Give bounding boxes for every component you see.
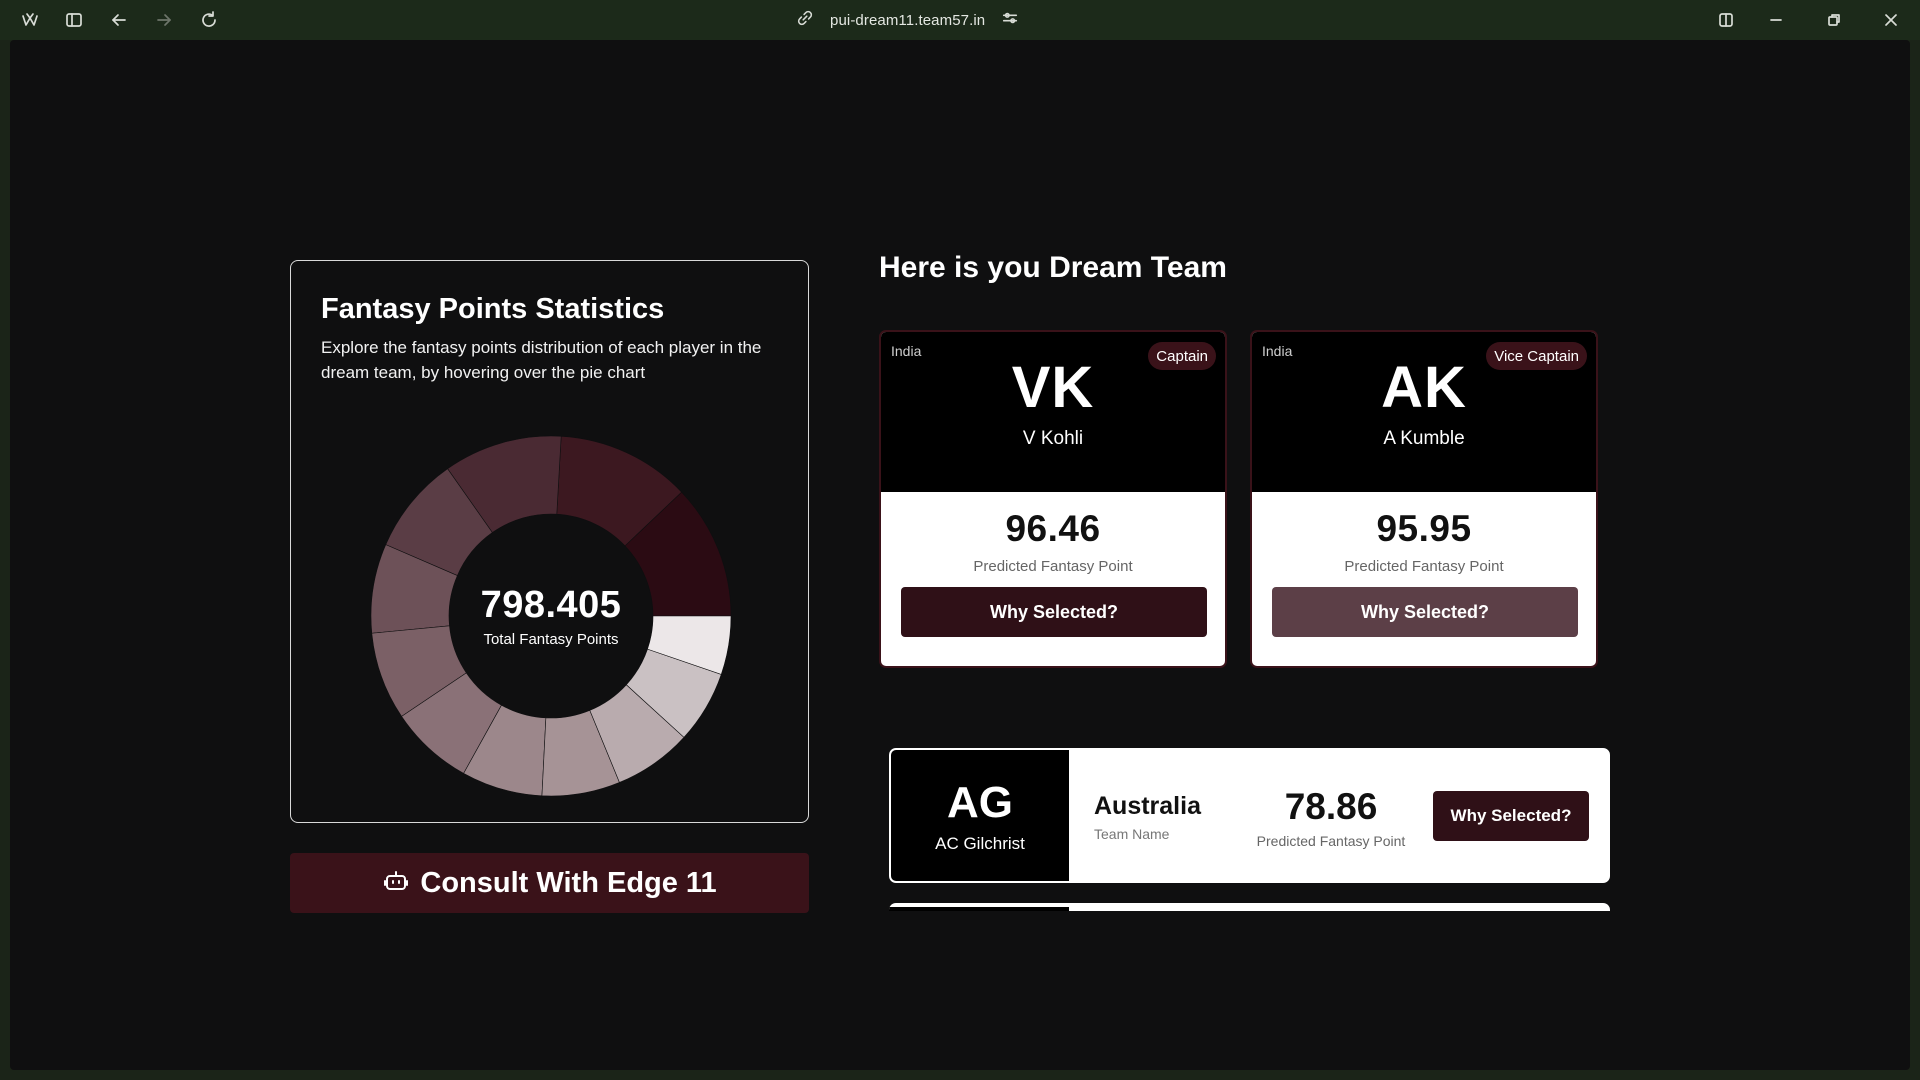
back-arrow-icon[interactable] [105, 6, 133, 34]
player-initials: AG [947, 778, 1013, 827]
scroll-clip [879, 911, 1619, 941]
captain-card-header: India Captain VK V Kohli [881, 332, 1225, 492]
total-points-label: Total Fantasy Points [483, 631, 619, 648]
stats-description: Explore the fantasy points distribution … [321, 338, 762, 382]
player-card: AG AC Gilchrist Australia Team Name 78.8… [889, 748, 1610, 883]
consult-button-label: Consult With Edge 11 [420, 866, 717, 899]
player-initials: VK [1011, 355, 1095, 420]
restore-icon[interactable] [1820, 6, 1848, 34]
why-selected-button[interactable]: Why Selected? [901, 587, 1207, 637]
predicted-points-value: 78.86 [1284, 786, 1378, 827]
donut-center: 798.405 Total Fantasy Points [366, 431, 736, 801]
predicted-points-label: Predicted Fantasy Point [973, 558, 1133, 575]
why-selected-button[interactable]: Why Selected? [1272, 587, 1578, 637]
sidebar-toggle-icon[interactable] [60, 6, 88, 34]
stats-title: Fantasy Points Statistics [321, 293, 665, 325]
browser-titlebar: pui-dream11.team57.in [0, 0, 1920, 40]
player-name: A Kumble [1383, 428, 1465, 449]
browser-logo-icon[interactable] [16, 6, 44, 34]
predicted-points-label: Predicted Fantasy Point [1344, 558, 1504, 575]
captain-card: India Captain VK V Kohli 96.46 Predicted… [879, 330, 1227, 668]
robot-icon [382, 867, 410, 900]
close-icon[interactable] [1877, 6, 1905, 34]
reload-icon[interactable] [195, 6, 223, 34]
minimize-icon[interactable] [1762, 6, 1790, 34]
link-icon [796, 9, 814, 32]
player-avatar-block: AG AC Gilchrist [891, 750, 1071, 881]
why-selected-button[interactable]: Why Selected? [1433, 791, 1589, 841]
address-bar[interactable]: pui-dream11.team57.in [796, 6, 1019, 34]
total-points-value: 798.405 [480, 584, 622, 626]
predicted-points-value: 96.46 [1005, 508, 1101, 549]
url-text[interactable]: pui-dream11.team57.in [830, 12, 985, 29]
player-initials: AK [1381, 355, 1467, 420]
dream-team-title: Here is you Dream Team [879, 251, 1227, 284]
predicted-points-value: 95.95 [1376, 508, 1472, 549]
points-donut-chart[interactable]: 798.405 Total Fantasy Points [366, 431, 736, 801]
team-name-value: Australia [1094, 792, 1201, 820]
predicted-points-label: Predicted Fantasy Point [1256, 833, 1406, 849]
vice-captain-card-header: India Vice Captain AK A Kumble [1252, 332, 1596, 492]
player-name: V Kohli [1022, 428, 1084, 449]
split-view-icon[interactable] [1712, 6, 1740, 34]
consult-button[interactable]: Consult With Edge 11 [290, 853, 809, 913]
team-name-label: Team Name [1094, 826, 1170, 842]
site-settings-icon[interactable] [1001, 9, 1019, 32]
vice-captain-card: India Vice Captain AK A Kumble 95.95 Pre… [1250, 330, 1598, 668]
forward-arrow-icon[interactable] [150, 6, 178, 34]
page-viewport: Fantasy Points Statistics Explore the fa… [10, 40, 1910, 1070]
fantasy-stats-card: Fantasy Points Statistics Explore the fa… [290, 260, 809, 823]
player-name: AC Gilchrist [935, 834, 1025, 853]
